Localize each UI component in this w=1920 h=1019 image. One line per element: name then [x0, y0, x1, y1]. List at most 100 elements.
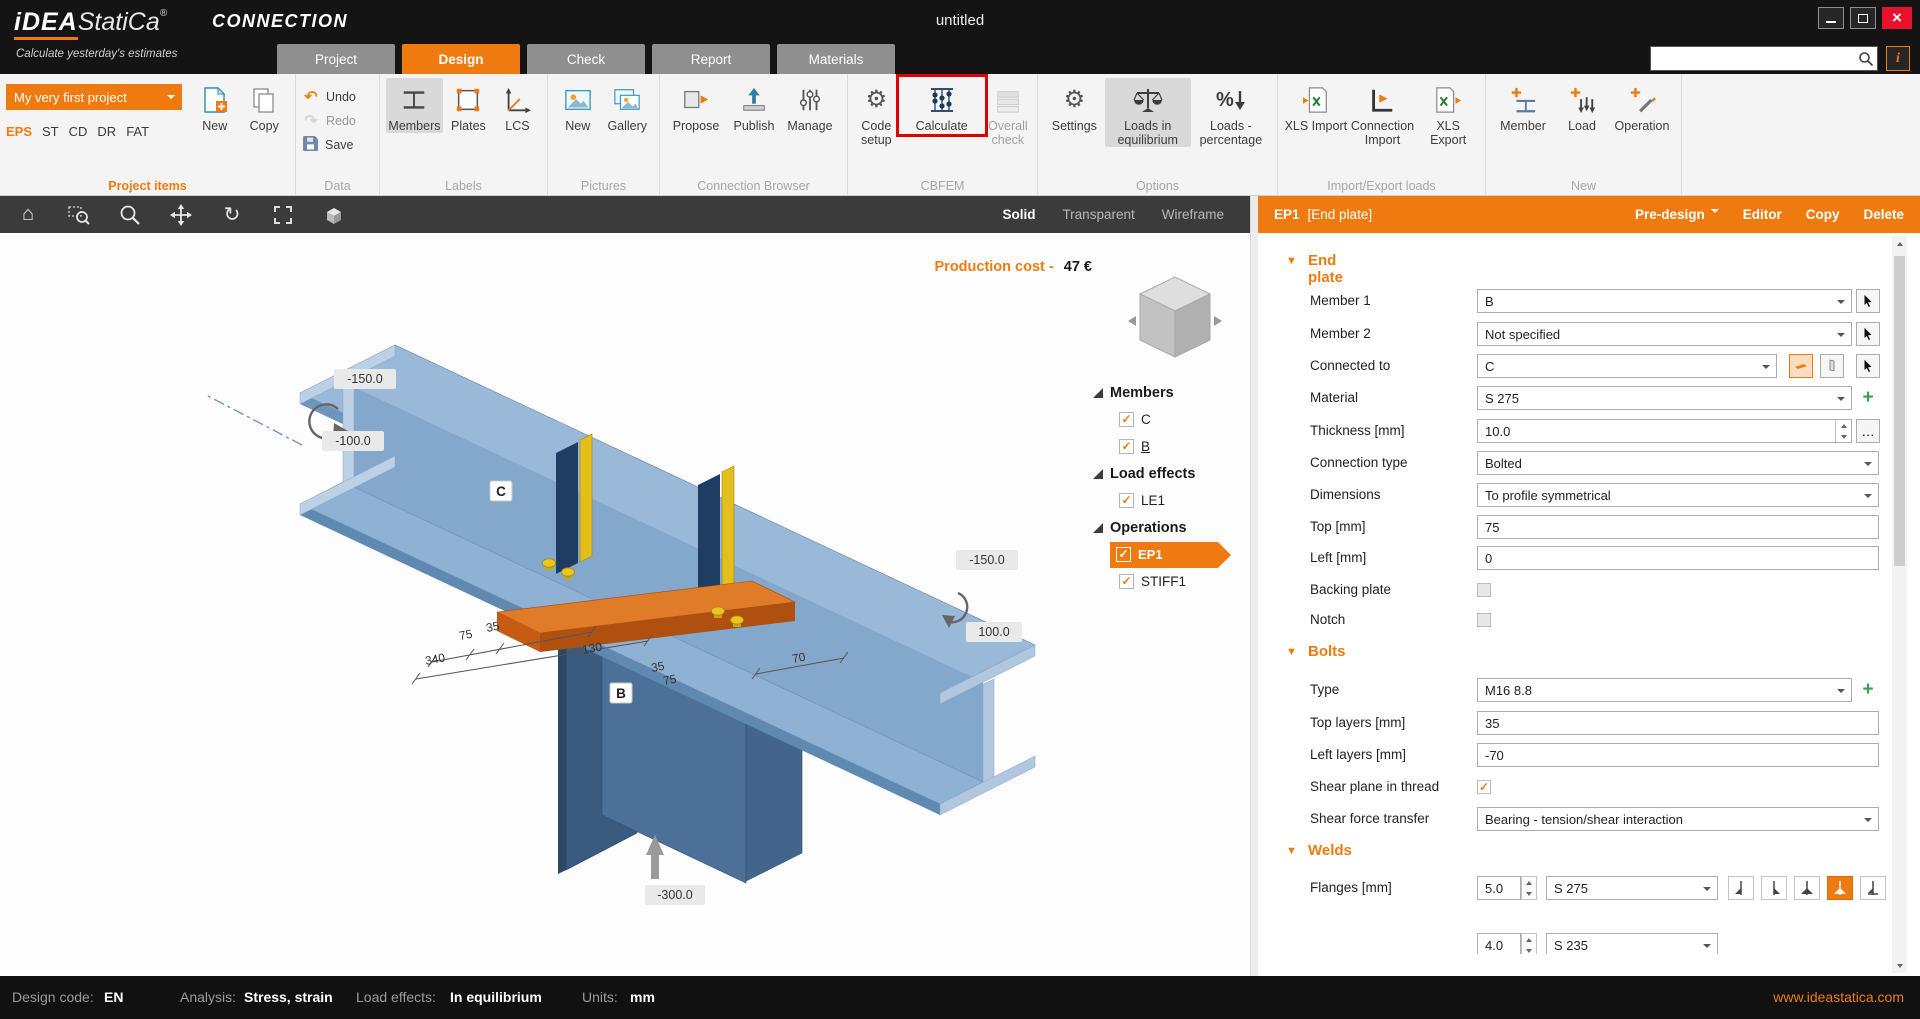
panel-splitter[interactable] — [1250, 196, 1258, 976]
tree-group-members[interactable]: Members — [1093, 379, 1250, 406]
labels-members-toggle[interactable]: Members — [386, 78, 443, 133]
code-dr[interactable]: DR — [97, 124, 116, 139]
publish-button[interactable]: Publish — [726, 78, 782, 133]
weld-type-double-fillet-button[interactable] — [1794, 876, 1820, 900]
material-select[interactable]: S 275 — [1477, 386, 1852, 410]
member2-pick-button[interactable] — [1856, 322, 1880, 346]
tab-materials[interactable]: Materials — [777, 44, 895, 74]
overall-check-button[interactable]: Overall check — [985, 78, 1031, 147]
tree-group-load-effects[interactable]: Load effects — [1093, 460, 1250, 487]
notch-checkbox[interactable] — [1477, 613, 1491, 627]
scroll-down-icon[interactable] — [1892, 958, 1907, 973]
maximize-button[interactable] — [1850, 7, 1876, 29]
backing-plate-checkbox[interactable] — [1477, 583, 1491, 597]
settings-button[interactable]: ⚙ Settings — [1044, 78, 1105, 133]
view-mode-wireframe[interactable]: Wireframe — [1162, 207, 1224, 222]
predesign-dropdown[interactable]: Pre-design — [1635, 207, 1719, 222]
anchor-plate-1[interactable] — [580, 434, 592, 562]
shear-transfer-select[interactable]: Bearing - tension/shear interaction — [1477, 807, 1879, 831]
plate-orientation-h-button[interactable] — [1789, 354, 1813, 378]
project-new-button[interactable]: New — [190, 78, 239, 133]
xls-export-button[interactable]: XLS Export — [1417, 78, 1479, 147]
scrollbar-thumb[interactable] — [1894, 256, 1905, 566]
labels-lcs-toggle[interactable]: LCS — [494, 78, 541, 133]
tree-item-member-b[interactable]: ✓B — [1093, 433, 1250, 460]
zoom-fit-icon[interactable] — [271, 203, 295, 227]
search-input[interactable] — [1651, 48, 1855, 69]
collapse-section-icon[interactable]: ▼ — [1286, 255, 1297, 267]
tab-project[interactable]: Project — [277, 44, 395, 74]
info-button[interactable]: i — [1886, 46, 1910, 71]
member2-select[interactable]: Not specified — [1477, 322, 1852, 346]
code-setup-button[interactable]: ⚙ Code setup — [854, 78, 899, 147]
3d-viewport[interactable]: 75 35 340 130 35 75 70 -150.0 -100.0 -1 — [0, 233, 1250, 976]
weld-flanges-material-select[interactable]: S 275 — [1546, 876, 1718, 900]
properties-scrollbar[interactable] — [1892, 236, 1907, 973]
weld-webs-input[interactable]: 4.0 — [1477, 933, 1521, 954]
connected-to-pick-button[interactable] — [1856, 354, 1880, 378]
scroll-up-icon[interactable] — [1892, 236, 1907, 251]
checkbox-member-c[interactable]: ✓ — [1119, 412, 1134, 427]
rotate-view-icon[interactable]: ↻ — [220, 203, 244, 227]
pan-icon[interactable] — [169, 203, 193, 227]
left-layers-input[interactable]: -70 — [1477, 743, 1879, 767]
code-cd[interactable]: CD — [69, 124, 88, 139]
top-mm-input[interactable]: 75 — [1477, 515, 1879, 539]
tree-item-ep1[interactable]: ✓EP1 — [1093, 541, 1250, 568]
code-fat[interactable]: FAT — [126, 124, 149, 139]
top-layers-input[interactable]: 35 — [1477, 711, 1879, 735]
weld-type-selected-button[interactable] — [1827, 876, 1853, 900]
anchor-plate-2[interactable] — [722, 466, 734, 597]
connected-to-select[interactable]: C — [1477, 354, 1777, 378]
ep1-selected-banner[interactable]: ✓EP1 — [1110, 542, 1218, 568]
thickness-spinner[interactable] — [1835, 420, 1851, 442]
left-mm-input[interactable]: 0 — [1477, 546, 1879, 570]
code-st[interactable]: ST — [42, 124, 59, 139]
tree-item-stiff1[interactable]: ✓STIFF1 — [1093, 568, 1250, 595]
view-mode-solid[interactable]: Solid — [1002, 207, 1035, 222]
calculate-button[interactable]: Calculate — [899, 78, 985, 133]
collapse-arrow-icon[interactable] — [1093, 388, 1103, 398]
tab-report[interactable]: Report — [652, 44, 770, 74]
picture-gallery-button[interactable]: Gallery — [602, 78, 653, 133]
redo-button[interactable]: ↷Redo — [302, 110, 356, 131]
undo-button[interactable]: ↶Undo — [302, 86, 356, 107]
checkbox-ep1[interactable]: ✓ — [1116, 547, 1131, 562]
editor-button[interactable]: Editor — [1743, 207, 1782, 222]
stiffener-plate-1[interactable] — [556, 442, 578, 574]
zoom-icon[interactable] — [118, 203, 142, 227]
save-button[interactable]: Save — [302, 134, 356, 155]
propose-button[interactable]: Propose — [666, 78, 726, 133]
view-mode-transparent[interactable]: Transparent — [1062, 207, 1134, 222]
new-load-button[interactable]: Load — [1554, 78, 1610, 133]
add-material-button[interactable]: + — [1856, 386, 1880, 410]
shear-plane-checkbox[interactable]: ✓ — [1477, 780, 1491, 794]
thickness-more-button[interactable]: … — [1856, 419, 1880, 443]
weld-webs-material-select[interactable]: S 235 — [1546, 933, 1718, 954]
thickness-input[interactable]: 10.0 — [1477, 419, 1852, 443]
tree-item-member-c[interactable]: ✓C — [1093, 406, 1250, 433]
minimize-button[interactable] — [1818, 7, 1844, 29]
labels-plates-toggle[interactable]: Plates — [443, 78, 494, 133]
display-mode-cube-icon[interactable] — [322, 203, 346, 227]
tree-group-operations[interactable]: Operations — [1093, 514, 1250, 541]
loads-percentage-button[interactable]: % Loads - percentage — [1191, 78, 1271, 147]
loads-in-equilibrium-toggle[interactable]: Loads in equilibrium — [1105, 78, 1191, 147]
picture-new-button[interactable]: New — [554, 78, 602, 133]
member1-pick-button[interactable] — [1856, 289, 1880, 313]
manage-button[interactable]: Manage — [782, 78, 838, 133]
plate-orientation-v-button[interactable] — [1820, 354, 1844, 378]
website-link[interactable]: www.ideastatica.com — [1773, 989, 1904, 1005]
member1-select[interactable]: B — [1477, 289, 1852, 313]
weld-type-fillet-button[interactable] — [1761, 876, 1787, 900]
bolt-type-select[interactable]: M16 8.8 — [1477, 678, 1852, 702]
weld-type-butt-button[interactable] — [1728, 876, 1754, 900]
zoom-window-icon[interactable] — [67, 203, 91, 227]
new-member-button[interactable]: Member — [1492, 78, 1554, 133]
close-button[interactable]: × — [1882, 7, 1912, 29]
navigation-cube[interactable] — [1120, 269, 1230, 369]
new-operation-button[interactable]: Operation — [1610, 78, 1674, 133]
search-icon[interactable] — [1855, 48, 1877, 70]
checkbox-member-b[interactable]: ✓ — [1119, 439, 1134, 454]
collapse-section-icon[interactable]: ▼ — [1286, 845, 1297, 857]
